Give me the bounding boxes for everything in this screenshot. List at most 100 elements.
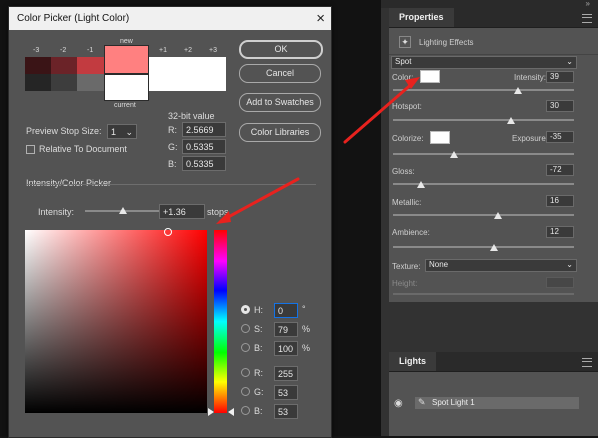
intensity-stops-field[interactable]: +1.36 [159, 204, 205, 219]
exposure-field[interactable]: -35 [546, 131, 574, 143]
b-32bit-field[interactable]: 0.5335 [182, 156, 226, 171]
properties-header: Properties [389, 8, 598, 28]
stop-swatch-plus[interactable] [149, 57, 226, 91]
current-label: current [114, 102, 136, 109]
add-to-swatches-button[interactable]: Add to Swatches [239, 93, 321, 112]
gloss-field[interactable]: -72 [546, 164, 574, 176]
hotspot-slider-thumb[interactable] [507, 117, 515, 124]
hue-slider[interactable] [214, 230, 227, 413]
h-field[interactable]: 0 [274, 303, 298, 318]
intensity-label: Intensity: [38, 207, 75, 217]
intensity-slider[interactable] [393, 89, 574, 91]
height-field [546, 277, 574, 288]
lights-menu-icon[interactable] [582, 358, 592, 367]
brightness-label: B: [254, 343, 263, 353]
b-label: B: [168, 159, 177, 169]
color-field-cursor[interactable] [164, 228, 172, 236]
light-type-value: Spot [395, 57, 412, 66]
stop-label-p3: +3 [209, 47, 217, 54]
h-label: H: [254, 305, 263, 315]
saturation-radio[interactable] [241, 324, 250, 333]
green-field[interactable]: 53 [274, 385, 298, 400]
spot-light-row[interactable]: ✎ Spot Light 1 [415, 397, 579, 409]
metallic-slider-thumb[interactable] [494, 212, 502, 219]
colorize-swatch[interactable] [430, 131, 450, 144]
lighting-effects-icon: ✦ [399, 36, 411, 48]
tab-properties[interactable]: Properties [389, 8, 454, 27]
light-color-swatch[interactable] [420, 70, 440, 83]
color-picker-dialog: Color Picker (Light Color) × -3 -2 -1 ne… [8, 6, 332, 438]
brightness-field[interactable]: 100 [274, 341, 298, 356]
hotspot-label: Hotspot: [392, 102, 422, 111]
s-field[interactable]: 79 [274, 322, 298, 337]
metallic-field[interactable]: 16 [546, 195, 574, 207]
chevron-down-icon: ⌄ [566, 260, 573, 269]
hotspot-slider[interactable] [393, 119, 574, 121]
stop-swatch-bottom-m1[interactable] [77, 74, 104, 91]
intensity-slider-thumb[interactable] [514, 87, 522, 94]
bit-value-label: 32-bit value [168, 111, 215, 121]
color-libraries-button[interactable]: Color Libraries [239, 123, 321, 142]
dialog-titlebar: Color Picker (Light Color) × [9, 7, 331, 30]
spot-light-name: Spot Light 1 [432, 398, 475, 407]
stop-label-p2: +2 [184, 47, 192, 54]
relative-checkbox[interactable] [26, 145, 35, 154]
color-field[interactable] [25, 230, 207, 413]
section-label: Intensity/Color Picker [26, 178, 112, 188]
exposure-slider[interactable] [393, 153, 574, 155]
texture-select[interactable]: None ⌄ [425, 259, 577, 272]
blue-field[interactable]: 53 [274, 404, 298, 419]
texture-label: Texture: [392, 262, 421, 271]
stop-swatch-bottom-m2[interactable] [51, 74, 77, 91]
chevron-down-icon: ⌄ [566, 57, 573, 66]
preview-stop-value: 1 [111, 127, 117, 137]
ambience-slider[interactable] [393, 246, 574, 248]
ambience-field[interactable]: 12 [546, 226, 574, 238]
rr-label: R: [254, 368, 263, 378]
intensity-slider-thumb[interactable] [119, 207, 127, 214]
ambience-slider-thumb[interactable] [490, 244, 498, 251]
hue-slider-left-arrow[interactable] [208, 408, 214, 416]
hue-slider-right-arrow[interactable] [228, 408, 234, 416]
r-32bit-field[interactable]: 2.5669 [182, 122, 226, 137]
close-icon[interactable]: × [308, 7, 325, 30]
green-radio[interactable] [241, 387, 250, 396]
hotspot-field[interactable]: 30 [546, 100, 574, 112]
ok-button[interactable]: OK [239, 40, 323, 59]
stop-label-p1: +1 [159, 47, 167, 54]
brightness-radio[interactable] [241, 343, 250, 352]
cancel-button[interactable]: Cancel [239, 64, 321, 83]
ambience-label: Ambience: [392, 228, 430, 237]
gloss-slider-thumb[interactable] [417, 181, 425, 188]
height-label: Height: [392, 279, 418, 288]
stop-swatch-m3[interactable] [25, 57, 51, 74]
preview-stop-select[interactable]: 1 ⌄ [107, 124, 137, 139]
exposure-slider-thumb[interactable] [450, 151, 458, 158]
panel-collapse-icon[interactable]: » [586, 0, 590, 8]
blue-radio[interactable] [241, 406, 250, 415]
stop-swatch-m1[interactable] [77, 57, 104, 74]
texture-value: None [429, 260, 449, 269]
gloss-label: Gloss: [392, 167, 415, 176]
current-color-swatch[interactable] [104, 74, 149, 101]
metallic-label: Metallic: [392, 198, 422, 207]
b2-label: B: [254, 406, 263, 416]
red-radio[interactable] [241, 368, 250, 377]
g-32bit-field[interactable]: 0.5335 [182, 139, 226, 154]
metallic-slider[interactable] [393, 214, 574, 216]
spot-light-icon: ✎ [418, 397, 426, 407]
s-unit: % [302, 324, 311, 334]
stop-label-m2: -2 [60, 47, 67, 54]
tab-lights[interactable]: Lights [389, 352, 436, 371]
hue-radio[interactable] [241, 305, 250, 314]
new-color-swatch [104, 45, 149, 74]
red-field[interactable]: 255 [274, 366, 298, 381]
eye-icon[interactable]: ◉ [394, 398, 403, 409]
section-divider [26, 184, 316, 185]
light-type-select[interactable]: Spot ⌄ [391, 56, 577, 69]
relative-label: Relative To Document [39, 144, 127, 154]
intensity-field[interactable]: 39 [546, 71, 574, 83]
panel-menu-icon[interactable] [582, 14, 592, 23]
stop-swatch-bottom-m3[interactable] [25, 74, 51, 91]
stop-swatch-m2[interactable] [51, 57, 77, 74]
